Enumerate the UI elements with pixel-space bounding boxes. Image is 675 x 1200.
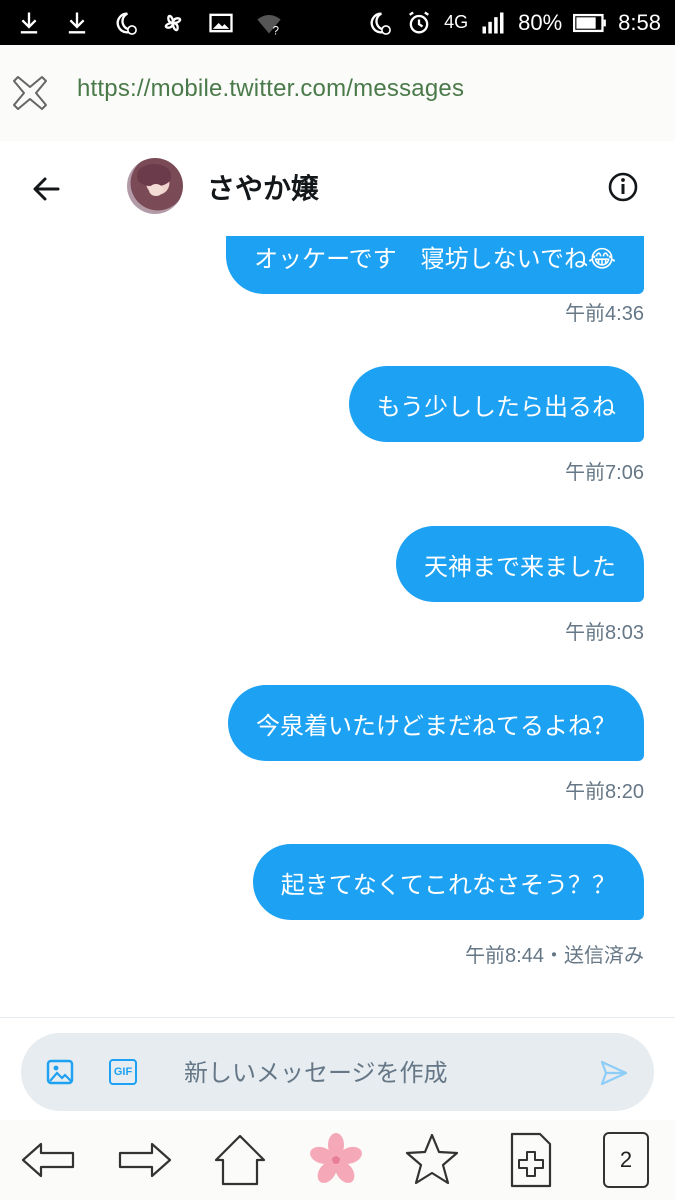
message-bubble[interactable]: 今泉着いたけどまだねてるよね？ [228,685,644,761]
message-text: もう少ししたら出るね [376,392,616,421]
network-type-label: 4G [444,12,469,32]
pinwheel-icon [158,8,188,38]
browser-url-bar: https://mobile.twitter.com/messages [0,45,675,141]
message-bubble[interactable]: もう少ししたら出るね [348,366,644,442]
clock-time: 8:58 [618,9,661,35]
status-bar: ? 4G 80% 8:58 [0,0,675,45]
url-text[interactable]: https://mobile.twitter.com/messages [77,75,464,103]
wifi-unknown-icon: ? [254,8,284,38]
conversation-title[interactable]: さやか嬢 [207,167,319,207]
download-icon [62,8,92,38]
composer: GIF [21,1033,654,1111]
svg-text:?: ? [273,24,280,36]
conversation-header: さやか嬢 [0,141,675,236]
battery-icon [572,8,608,38]
message-text: 今泉着いたけどまだねてるよね？ [256,711,616,740]
battery-percent: 80% [518,9,563,35]
message-timestamp: 午前8:20 [565,781,644,803]
gif-button[interactable]: GIF [109,1059,137,1085]
message-text: オッケーです 寝坊しないでね😂 [254,245,616,273]
image-upload-icon[interactable] [46,1058,74,1086]
message-timestamp: 午前7:06 [565,462,644,484]
message-timestamp: 午前8:44・送信済み [465,945,644,967]
alarm-clock-icon [404,8,434,38]
tab-count-button[interactable]: 2 [603,1132,649,1188]
message-input[interactable] [184,1053,584,1093]
sakura-menu-icon[interactable] [304,1128,368,1192]
message-text: 起きてなくてこれなさそう？？ [280,870,616,899]
close-tab-icon[interactable] [10,73,50,113]
status-bar-system: 4G 80% 8:58 [364,0,661,45]
status-bar-notifications: ? [14,0,284,45]
message-list[interactable]: オッケーです 寝坊しないでね😂 午前4:36 もう少ししたら出るね 午前7:06… [0,236,675,1016]
message-timestamp: 午前4:36 [565,303,644,325]
info-icon[interactable] [607,171,639,203]
night-alarm-icon [364,8,394,38]
back-arrow-icon[interactable] [28,171,64,207]
browser-bottom-nav: 2 [0,1120,675,1200]
download-icon [14,8,44,38]
message-text: 天神まで来ました [424,552,616,581]
message-timestamp: 午前8:03 [565,622,644,644]
night-alarm-icon [110,8,140,38]
image-icon [206,8,236,38]
message-bubble[interactable]: 天神まで来ました [396,526,644,602]
message-bubble[interactable]: オッケーです 寝坊しないでね😂 [226,236,644,294]
signal-icon [478,8,508,38]
back-arrow-icon[interactable] [17,1128,81,1192]
home-icon[interactable] [208,1128,272,1192]
new-tab-icon[interactable] [498,1128,562,1192]
avatar[interactable] [127,158,183,214]
bookmark-star-icon[interactable] [400,1128,464,1192]
message-bubble[interactable]: 起きてなくてこれなさそう？？ [252,844,644,920]
composer-bar: GIF [0,1017,675,1120]
send-icon[interactable] [599,1058,629,1088]
forward-arrow-icon[interactable] [112,1128,176,1192]
